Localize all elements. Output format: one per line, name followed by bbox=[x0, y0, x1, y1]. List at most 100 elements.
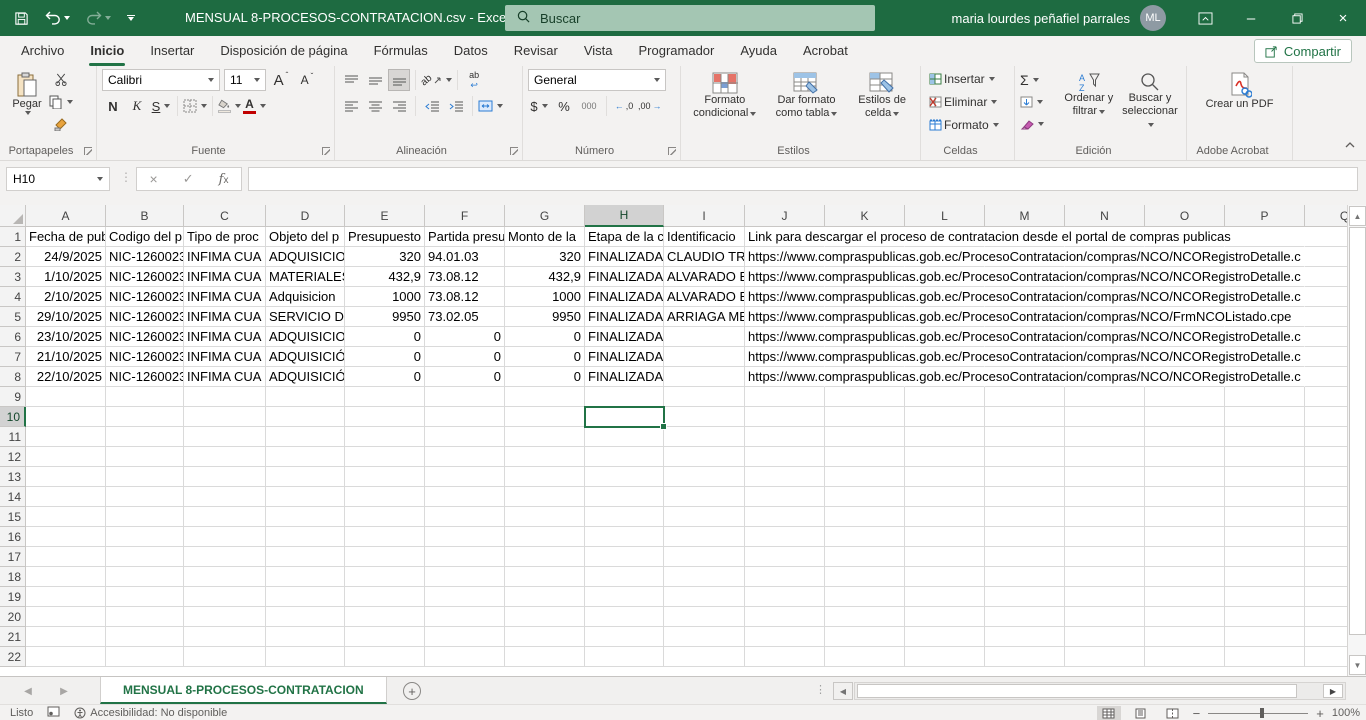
zoom-slider[interactable] bbox=[1208, 706, 1308, 720]
cell-C7[interactable]: INFIMA CUA bbox=[184, 347, 266, 367]
accessibility-status[interactable]: Accesibilidad: No disponible bbox=[74, 707, 227, 719]
conditional-formatting-button[interactable]: Formato condicional bbox=[687, 69, 763, 135]
sheet-nav-left-icon[interactable]: ◀ bbox=[16, 677, 40, 705]
row-header-4[interactable]: 4 bbox=[0, 287, 26, 307]
cell-C17[interactable] bbox=[184, 547, 266, 567]
row-header-3[interactable]: 3 bbox=[0, 267, 26, 287]
cell-A19[interactable] bbox=[26, 587, 106, 607]
cell-K14[interactable] bbox=[825, 487, 905, 507]
align-top-button[interactable] bbox=[340, 69, 362, 91]
sheet-nav-right-icon[interactable]: ▶ bbox=[52, 677, 76, 705]
row-header-8[interactable]: 8 bbox=[0, 367, 26, 387]
cell-A14[interactable] bbox=[26, 487, 106, 507]
page-break-view-icon[interactable] bbox=[1161, 706, 1185, 720]
cell-G3[interactable]: 432,9 bbox=[505, 267, 585, 287]
clear-button[interactable] bbox=[1020, 114, 1059, 135]
cell-I11[interactable] bbox=[664, 427, 745, 447]
cell-H13[interactable] bbox=[585, 467, 664, 487]
cell-I2[interactable]: CLAUDIO TRU bbox=[664, 247, 745, 267]
cell-E13[interactable] bbox=[345, 467, 425, 487]
row-header-14[interactable]: 14 bbox=[0, 487, 26, 507]
cell-E19[interactable] bbox=[345, 587, 425, 607]
cell-B11[interactable] bbox=[106, 427, 184, 447]
underline-button[interactable]: S bbox=[150, 95, 172, 117]
tab-ayuda[interactable]: Ayuda bbox=[727, 36, 790, 66]
cell-E3[interactable]: 432,9 bbox=[345, 267, 425, 287]
cell-N10[interactable] bbox=[1065, 407, 1145, 427]
sort-filter-button[interactable]: AZ Ordenar y filtrar bbox=[1059, 69, 1119, 135]
cell-I22[interactable] bbox=[664, 647, 745, 667]
cell-N18[interactable] bbox=[1065, 567, 1145, 587]
cell-F18[interactable] bbox=[425, 567, 505, 587]
cell-K20[interactable] bbox=[825, 607, 905, 627]
tab-vista[interactable]: Vista bbox=[571, 36, 626, 66]
align-middle-button[interactable] bbox=[364, 69, 386, 91]
cell-Q1[interactable] bbox=[1305, 227, 1347, 247]
cell-G7[interactable]: 0 bbox=[505, 347, 585, 367]
cell-P1[interactable] bbox=[1225, 227, 1305, 247]
user-avatar[interactable]: ML bbox=[1140, 5, 1166, 31]
cell-I19[interactable] bbox=[664, 587, 745, 607]
cell-C15[interactable] bbox=[184, 507, 266, 527]
cell-L10[interactable] bbox=[905, 407, 985, 427]
tab-datos[interactable]: Datos bbox=[441, 36, 501, 66]
cell-N11[interactable] bbox=[1065, 427, 1145, 447]
cell-M12[interactable] bbox=[985, 447, 1065, 467]
cell-L11[interactable] bbox=[905, 427, 985, 447]
format-painter-button[interactable] bbox=[49, 114, 73, 135]
cell-O22[interactable] bbox=[1145, 647, 1225, 667]
restore-button[interactable] bbox=[1274, 0, 1320, 36]
cell-J22[interactable] bbox=[745, 647, 825, 667]
cell-G5[interactable]: 9950 bbox=[505, 307, 585, 327]
cell-F21[interactable] bbox=[425, 627, 505, 647]
cell-G13[interactable] bbox=[505, 467, 585, 487]
cell-E7[interactable]: 0 bbox=[345, 347, 425, 367]
hscroll-left-icon[interactable]: ◀ bbox=[833, 682, 853, 700]
cell-E5[interactable]: 9950 bbox=[345, 307, 425, 327]
cell-G16[interactable] bbox=[505, 527, 585, 547]
cut-button[interactable] bbox=[49, 69, 73, 90]
cell-I4[interactable]: ALVARADO E bbox=[664, 287, 745, 307]
cell-F19[interactable] bbox=[425, 587, 505, 607]
formula-bar-grip[interactable]: ⋮ bbox=[120, 170, 132, 184]
cell-J5[interactable]: https://www.compraspublicas.gob.ec/Proce… bbox=[745, 307, 825, 327]
cell-E6[interactable]: 0 bbox=[345, 327, 425, 347]
cell-D4[interactable]: Adquisicion bbox=[266, 287, 345, 307]
cell-J12[interactable] bbox=[745, 447, 825, 467]
cell-F4[interactable]: 73.08.12 bbox=[425, 287, 505, 307]
cell-P22[interactable] bbox=[1225, 647, 1305, 667]
cell-G1[interactable]: Monto de la bbox=[505, 227, 585, 247]
cell-B5[interactable]: NIC-1260023 bbox=[106, 307, 184, 327]
cell-B20[interactable] bbox=[106, 607, 184, 627]
fill-handle[interactable] bbox=[660, 423, 667, 430]
cell-A4[interactable]: 2/10/2025 bbox=[26, 287, 106, 307]
cell-F5[interactable]: 73.02.05 bbox=[425, 307, 505, 327]
cell-Q22[interactable] bbox=[1305, 647, 1347, 667]
col-header-N[interactable]: N bbox=[1065, 205, 1145, 227]
cell-O16[interactable] bbox=[1145, 527, 1225, 547]
row-header-2[interactable]: 2 bbox=[0, 247, 26, 267]
cell-G20[interactable] bbox=[505, 607, 585, 627]
cell-F10[interactable] bbox=[425, 407, 505, 427]
cell-I15[interactable] bbox=[664, 507, 745, 527]
cell-O18[interactable] bbox=[1145, 567, 1225, 587]
align-center-button[interactable] bbox=[364, 95, 386, 117]
cell-A20[interactable] bbox=[26, 607, 106, 627]
cell-J1[interactable]: Link para descargar el proceso de contra… bbox=[745, 227, 825, 247]
row-header-5[interactable]: 5 bbox=[0, 307, 26, 327]
col-header-F[interactable]: F bbox=[425, 205, 505, 227]
cell-Q17[interactable] bbox=[1305, 547, 1347, 567]
redo-button[interactable] bbox=[86, 11, 111, 25]
cell-H6[interactable]: FINALIZADA bbox=[585, 327, 664, 347]
increase-decimal-button[interactable]: ←,0 bbox=[613, 95, 635, 117]
wrap-text-button[interactable]: ab↩ bbox=[463, 69, 485, 91]
cell-B1[interactable]: Codigo del p bbox=[106, 227, 184, 247]
cell-N21[interactable] bbox=[1065, 627, 1145, 647]
cell-A1[interactable]: Fecha de pub bbox=[26, 227, 106, 247]
cell-H7[interactable]: FINALIZADA bbox=[585, 347, 664, 367]
cell-A12[interactable] bbox=[26, 447, 106, 467]
cell-E22[interactable] bbox=[345, 647, 425, 667]
vertical-scroll-thumb[interactable] bbox=[1349, 227, 1366, 635]
shrink-font-button[interactable]: Aˇ bbox=[296, 69, 318, 91]
cell-E17[interactable] bbox=[345, 547, 425, 567]
